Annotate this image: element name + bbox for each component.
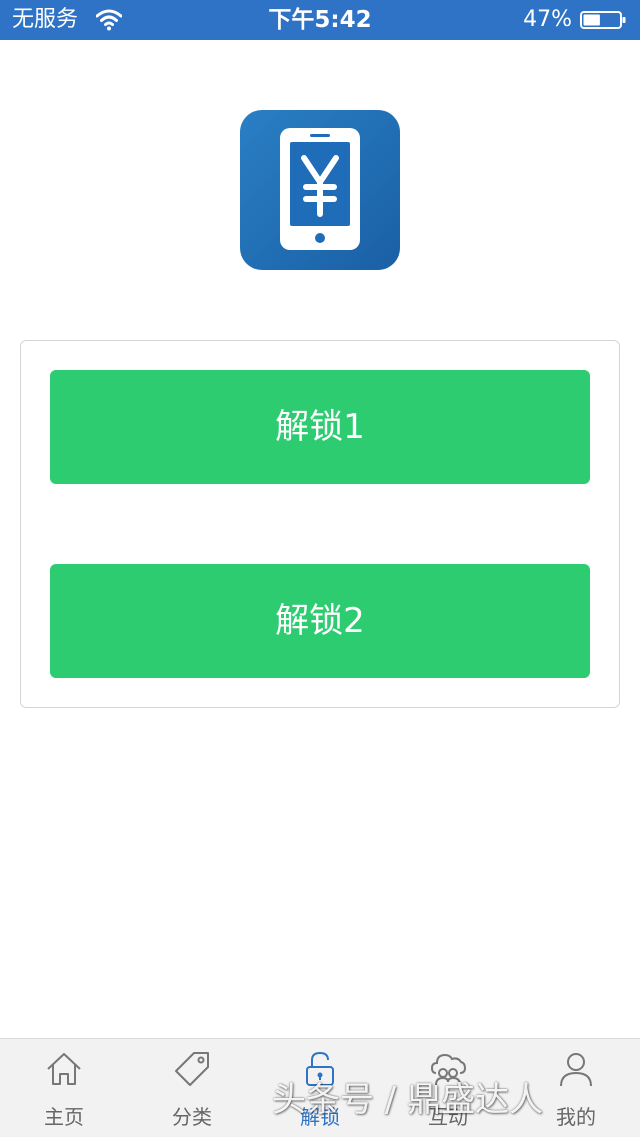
unlock-card: 解锁1 解锁2 [20, 340, 620, 708]
user-icon [560, 1053, 592, 1087]
status-bar: 无服务 下午5:42 47% [0, 0, 640, 40]
watermark: 头条号 / 鼎盛达人 [272, 1080, 544, 1120]
home-icon [47, 1053, 81, 1085]
tab-label: 分类 [172, 1105, 212, 1129]
tab-home[interactable]: 主页 [0, 1039, 128, 1137]
tab-category[interactable]: 分类 [128, 1039, 256, 1137]
unlock-1-button[interactable]: 解锁1 [50, 370, 590, 484]
tab-label: 主页 [44, 1105, 84, 1129]
battery-percent: 47% [523, 7, 572, 32]
unlock-2-button[interactable]: 解锁2 [50, 564, 590, 678]
battery-icon [580, 11, 626, 29]
yen-phone-icon [240, 110, 400, 270]
tag-icon [175, 1052, 209, 1086]
